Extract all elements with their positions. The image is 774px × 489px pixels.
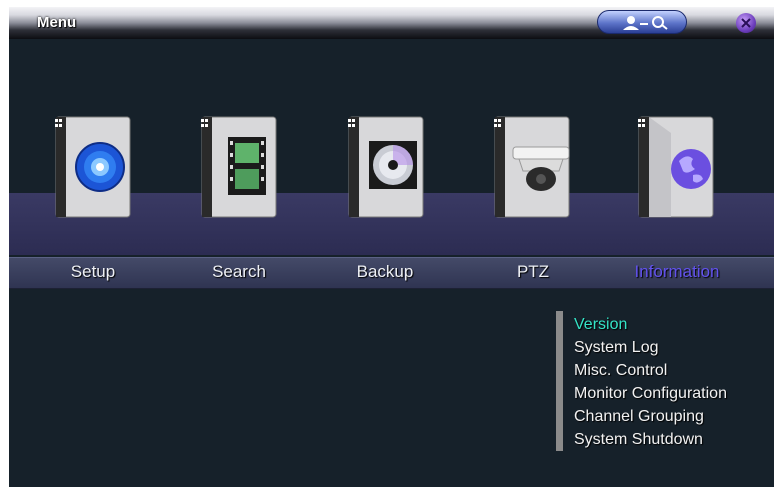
menu-label-setup[interactable]: Setup: [33, 262, 153, 282]
user-search-button[interactable]: [597, 10, 687, 34]
user-icon: [627, 16, 635, 24]
menu-item-backup[interactable]: [341, 113, 431, 223]
submenu-item-misc-control[interactable]: Misc. Control: [574, 359, 727, 382]
menu-item-search[interactable]: [194, 113, 284, 223]
submenu-item-system-log[interactable]: System Log: [574, 336, 727, 359]
submenu-item-version[interactable]: Version: [574, 313, 727, 336]
dvr-screen: Menu Setup Search Backup PTZ Information…: [9, 7, 774, 487]
menu-item-ptz[interactable]: [487, 113, 577, 223]
menu-label-information[interactable]: Information: [617, 262, 737, 282]
close-button[interactable]: [736, 13, 756, 33]
menu-item-information[interactable]: [631, 113, 721, 223]
close-icon: [741, 18, 751, 28]
menu-item-setup[interactable]: [48, 113, 138, 223]
menu-label-backup[interactable]: Backup: [325, 262, 445, 282]
submenu-list: Version System Log Misc. Control Monitor…: [574, 313, 727, 451]
window-title: Menu: [37, 14, 77, 31]
submenu-item-channel-grouping[interactable]: Channel Grouping: [574, 405, 727, 428]
menu-label-ptz[interactable]: PTZ: [473, 262, 593, 282]
submenu-item-monitor-configuration[interactable]: Monitor Configuration: [574, 382, 727, 405]
menu-label-search[interactable]: Search: [179, 262, 299, 282]
title-bar: Menu: [9, 7, 774, 39]
submenu-item-system-shutdown[interactable]: System Shutdown: [574, 428, 727, 451]
submenu-divider: [556, 311, 563, 451]
search-icon: [652, 16, 664, 28]
